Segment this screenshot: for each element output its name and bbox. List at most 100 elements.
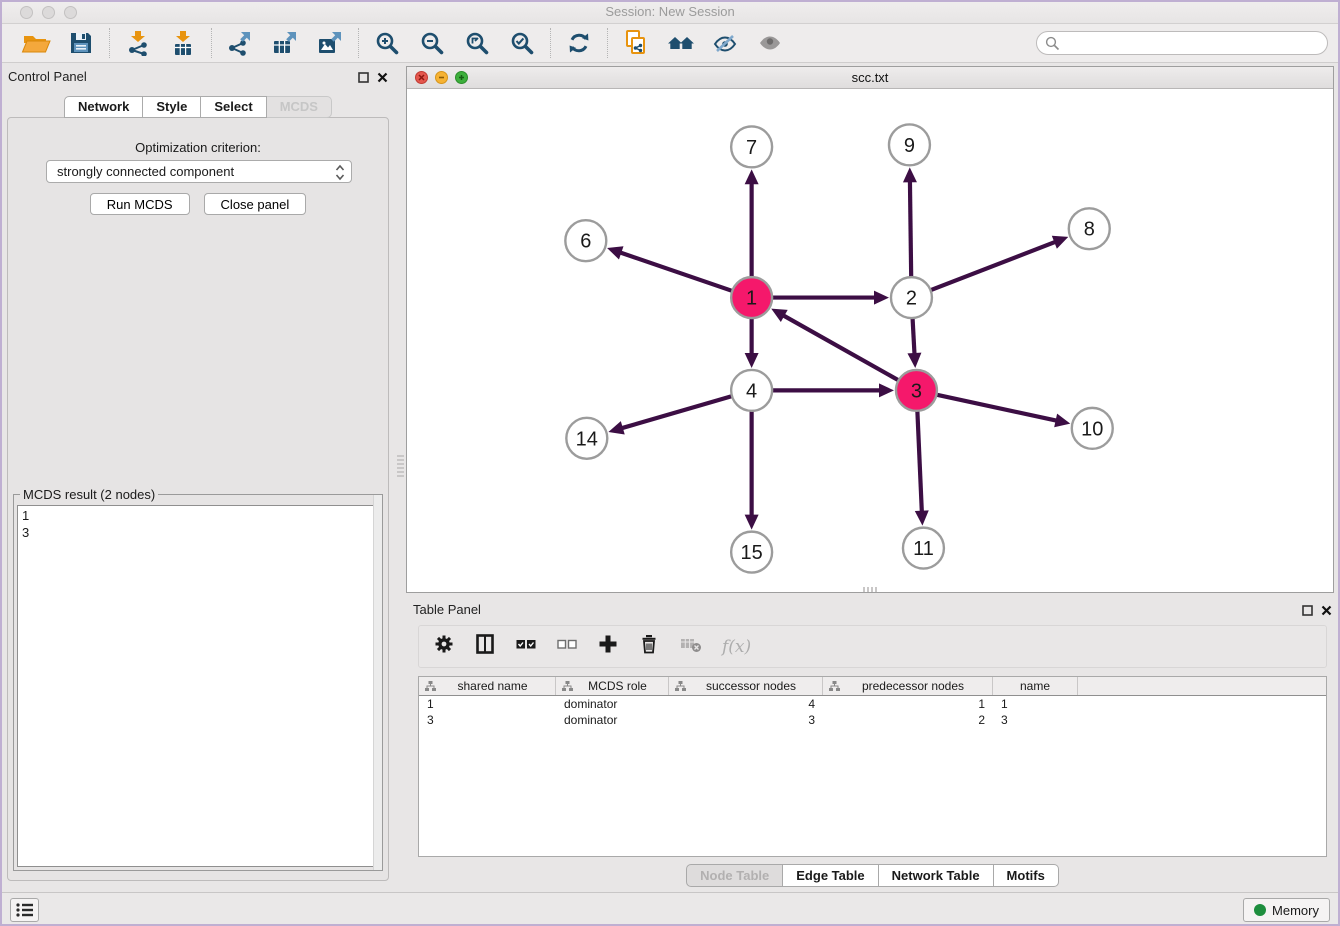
- table-cell[interactable]: 3: [993, 712, 1078, 728]
- export-table-icon: [271, 30, 299, 56]
- criterion-dropdown[interactable]: strongly connected component: [46, 160, 352, 183]
- graph-edge-3-1[interactable]: [782, 314, 899, 380]
- network-maximize-button[interactable]: [455, 71, 468, 84]
- select-all-icon[interactable]: [515, 633, 537, 660]
- task-history-button[interactable]: [10, 898, 39, 922]
- panel-splitter[interactable]: [396, 63, 405, 892]
- tab-network-table[interactable]: Network Table: [879, 864, 994, 887]
- zoom-window-button[interactable]: [64, 6, 77, 19]
- graph-node-label: 8: [1084, 219, 1095, 241]
- add-column-icon[interactable]: [597, 633, 619, 660]
- import-table-button[interactable]: [168, 28, 198, 58]
- close-panel-icon[interactable]: [1321, 603, 1332, 621]
- gear-icon[interactable]: [433, 633, 455, 660]
- optimization-criterion-label: Optimization criterion:: [8, 140, 388, 155]
- table-cell[interactable]: 1: [993, 696, 1078, 712]
- hierarchy-icon: [675, 681, 686, 691]
- table-panel-header: Table Panel: [405, 596, 1340, 622]
- table-row[interactable]: 3dominator323: [419, 712, 1326, 728]
- deselect-all-icon[interactable]: [556, 633, 578, 660]
- tab-style[interactable]: Style: [143, 96, 201, 118]
- graph-edge-arrow: [915, 510, 929, 525]
- table-cell[interactable]: 4: [669, 696, 823, 712]
- show-selected-button[interactable]: [756, 28, 786, 58]
- network-minimize-button[interactable]: [435, 71, 448, 84]
- node-table-body: 1dominator4113dominator323: [419, 696, 1326, 728]
- table-cell[interactable]: 1: [823, 696, 993, 712]
- column-header-name[interactable]: name: [993, 677, 1078, 695]
- open-session-button[interactable]: [21, 28, 51, 58]
- zoom-fit-button[interactable]: [462, 28, 492, 58]
- table-row[interactable]: 1dominator411: [419, 696, 1326, 712]
- tab-node-table[interactable]: Node Table: [686, 864, 783, 887]
- zoom-out-button[interactable]: [417, 28, 447, 58]
- table-cell[interactable]: dominator: [556, 712, 669, 728]
- graph-edge-2-9[interactable]: [910, 179, 911, 277]
- column-header-filler: [1078, 677, 1326, 695]
- export-network-button[interactable]: [225, 28, 255, 58]
- column-header-predecessor-nodes[interactable]: predecessor nodes: [823, 677, 993, 695]
- graph-edge-arrow: [879, 383, 894, 397]
- zoom-selected-button[interactable]: [507, 28, 537, 58]
- control-panel-title: Control Panel: [8, 69, 87, 84]
- graph-edge-2-3[interactable]: [913, 318, 915, 356]
- column-header-mcds-role[interactable]: MCDS role: [556, 677, 669, 695]
- import-network-button[interactable]: [123, 28, 153, 58]
- table-cell[interactable]: 3: [669, 712, 823, 728]
- graph-edge-arrow: [907, 353, 921, 368]
- mcds-result-text[interactable]: 1 3: [17, 505, 379, 867]
- table-cell[interactable]: dominator: [556, 696, 669, 712]
- export-image-button[interactable]: [315, 28, 345, 58]
- table-cell[interactable]: 3: [419, 712, 556, 728]
- table-cell[interactable]: 1: [419, 696, 556, 712]
- splitter-grip[interactable]: [397, 455, 404, 477]
- graph-edge-2-8[interactable]: [931, 241, 1058, 290]
- network-close-button[interactable]: [415, 71, 428, 84]
- memory-button[interactable]: Memory: [1243, 898, 1330, 922]
- columns-icon[interactable]: [474, 633, 496, 660]
- refresh-button[interactable]: [564, 28, 594, 58]
- export-table-button[interactable]: [270, 28, 300, 58]
- close-panel-button[interactable]: Close panel: [204, 193, 307, 215]
- delete-table-icon[interactable]: [679, 633, 703, 660]
- graph-edge-3-11[interactable]: [917, 411, 922, 514]
- duplicate-network-button[interactable]: [621, 28, 651, 58]
- function-builder-icon[interactable]: f(x): [722, 637, 751, 657]
- tab-select[interactable]: Select: [201, 96, 266, 118]
- close-panel-icon[interactable]: [377, 70, 388, 88]
- tab-motifs[interactable]: Motifs: [994, 864, 1059, 887]
- graph-node-label: 14: [576, 428, 598, 450]
- search-input[interactable]: [1036, 31, 1328, 55]
- tab-network[interactable]: Network: [64, 96, 143, 118]
- graph-node-label: 2: [906, 288, 917, 310]
- delete-column-icon[interactable]: [638, 633, 660, 660]
- save-session-button[interactable]: [66, 28, 96, 58]
- graph-edge-arrow: [903, 167, 917, 182]
- table-cell[interactable]: 2: [823, 712, 993, 728]
- graph-edge-arrow: [745, 169, 759, 184]
- run-mcds-button[interactable]: Run MCDS: [90, 193, 190, 215]
- table-header-row: shared name MCDS role successor nodes pr…: [419, 677, 1326, 696]
- main-toolbar: [0, 24, 1340, 63]
- minimize-window-button[interactable]: [42, 6, 55, 19]
- hide-selected-button[interactable]: [711, 28, 741, 58]
- tab-edge-table[interactable]: Edge Table: [783, 864, 878, 887]
- node-table: shared name MCDS role successor nodes pr…: [418, 676, 1327, 857]
- float-panel-icon[interactable]: [358, 70, 369, 88]
- graph-node-label: 15: [741, 542, 763, 564]
- graph-edge-4-14[interactable]: [620, 396, 732, 429]
- network-canvas[interactable]: 7968124314101511: [407, 89, 1333, 592]
- close-window-button[interactable]: [20, 6, 33, 19]
- network-resize-grip[interactable]: [863, 587, 877, 592]
- zoom-in-button[interactable]: [372, 28, 402, 58]
- home-networks-button[interactable]: [666, 28, 696, 58]
- column-header-successor-nodes[interactable]: successor nodes: [669, 677, 823, 695]
- float-panel-icon[interactable]: [1302, 603, 1313, 621]
- result-scrollbar[interactable]: [373, 495, 382, 870]
- column-header-shared-name[interactable]: shared name: [419, 677, 556, 695]
- graph-edge-3-10[interactable]: [936, 395, 1058, 421]
- tab-mcds[interactable]: MCDS: [267, 96, 332, 118]
- graph-edge-1-6[interactable]: [618, 252, 732, 291]
- table-panel-tabs: Node Table Edge Table Network Table Moti…: [405, 864, 1340, 887]
- control-panel-header: Control Panel: [0, 63, 396, 89]
